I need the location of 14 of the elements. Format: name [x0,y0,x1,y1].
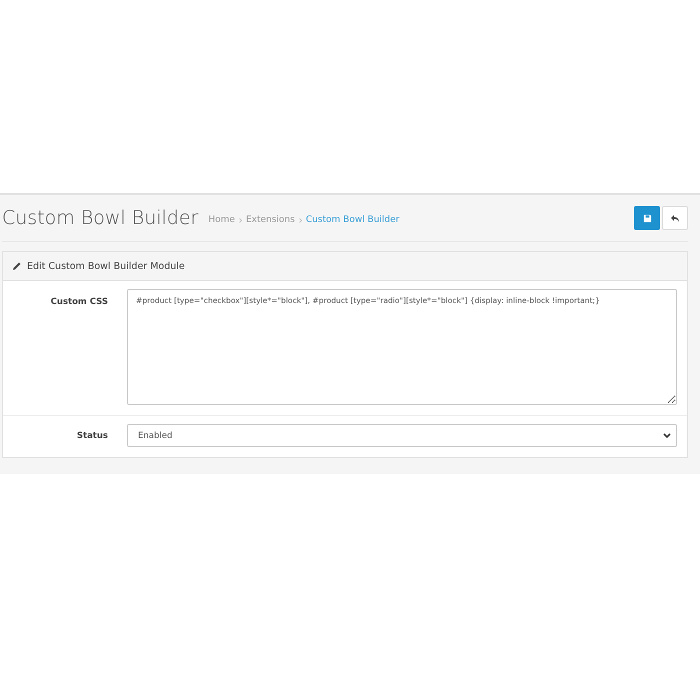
panel-title: Edit Custom Bowl Builder Module [27,260,185,272]
chevron-down-icon [663,432,671,438]
chevron-right-icon [238,218,242,222]
breadcrumb-link[interactable]: Extensions [246,215,295,225]
status-select[interactable]: Enabled [127,424,677,447]
page-title: Custom Bowl Builder [2,207,198,229]
field-label: Custom CSS [50,296,108,309]
pencil-icon [13,262,21,270]
field-label: Status [76,430,108,443]
reply-arrow-icon [670,214,680,222]
breadcrumb-link[interactable]: Custom Bowl Builder [306,215,400,225]
chevron-right-icon [298,218,302,222]
back-button[interactable] [662,206,688,230]
breadcrumb-link[interactable]: Home [208,215,235,225]
